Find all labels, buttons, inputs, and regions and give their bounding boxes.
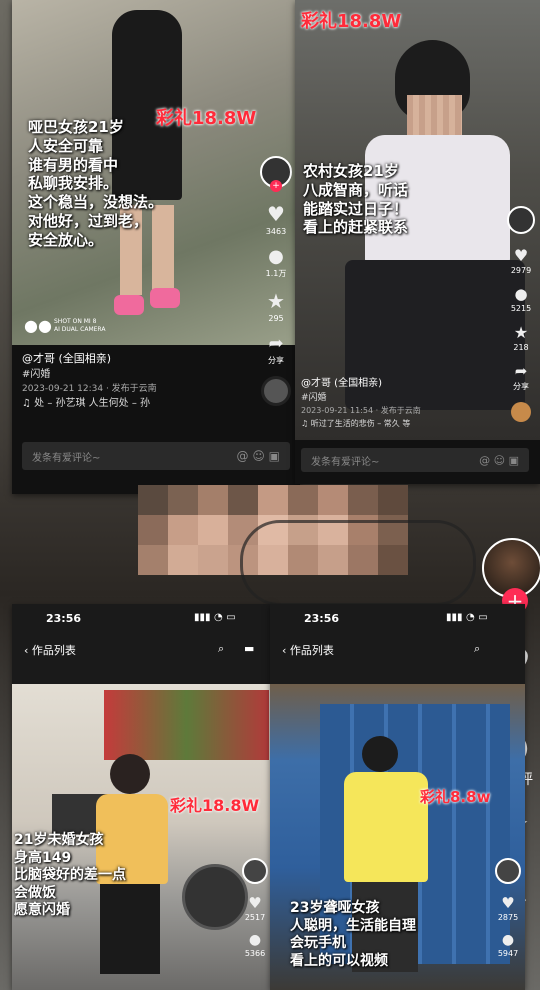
nav-back[interactable]: ‹ 作品列表 [282,642,334,658]
video-card-2[interactable]: 彩礼18.8W 农村女孩21岁 八成智商，听话 能踏实过日子！ 看上的赶紧联系 … [295,0,540,484]
action-rail: ♥ 2875 ● 5947 [494,858,522,968]
music-disc-icon[interactable] [261,376,291,406]
price-tag: 彩礼8.8w [420,788,491,806]
action-rail: ♥ 2979 ● 5215 ★ 218 ➦ 分享 [505,206,537,422]
comment-icon[interactable]: ● [514,285,527,303]
video-meta: @才哥 (全国相亲) #闪婚 2023-09-21 11:54 · 发布于云南 … [301,376,501,430]
price-tag: 彩礼18.8W [170,796,260,815]
star-icon[interactable]: ★ [267,289,285,313]
overlay-caption: 农村女孩21岁 八成智商，听话 能踏实过日子！ 看上的赶紧联系 [303,162,409,237]
chevron-left-icon: ‹ [24,644,29,657]
music-disc-icon[interactable] [511,402,531,422]
hashtag[interactable]: #闪婚 [22,367,252,383]
share-icon[interactable]: ➦ [268,333,283,354]
search-icon[interactable]: ⌕ [218,642,224,656]
price-tag: 彩礼18.8W [156,108,257,129]
hashtag[interactable]: #闪婚 [301,392,501,406]
heart-icon[interactable]: ♥ [514,246,528,265]
author-name[interactable]: @才哥 (全国相亲) [22,350,252,367]
heart-icon[interactable]: ♥ [248,894,261,912]
price-tag-top: 彩礼18.8W [301,11,402,32]
nav-back[interactable]: ‹ 作品列表 [24,642,76,658]
status-icons: ▮▮▮ ◔ ▭ [194,612,236,623]
glasses-shape [240,520,476,606]
video-meta: @才哥 (全国相亲) #闪婚 2023-09-21 12:34 · 发布于云南 … [22,350,252,412]
video-card-1[interactable]: 彩礼18.8W 哑巴女孩21岁 人安全可靠 谁有男的看中 私聊我安排。 这个稳当… [12,0,300,494]
overlay-caption: 哑巴女孩21岁 人安全可靠 谁有男的看中 私聊我安排。 这个稳当，没想法。 对他… [28,118,164,249]
camera-watermark: ●● SHOT ON MI 8 AI DUAL CAMERA [24,316,106,335]
status-icons: ▮▮▮ ◔ ▭ [446,612,488,623]
search-icon[interactable]: ⌕ [474,642,480,656]
avatar[interactable] [242,858,268,884]
more-icon[interactable]: ▬ [244,642,254,655]
heart-icon[interactable]: ♥ [267,202,285,226]
at-icon[interactable]: @ ☺ ▣ [479,454,519,467]
action-rail: ♥ 2517 ● 5366 [240,858,270,968]
status-time: 23:56 [304,612,340,625]
overlay-caption: 21岁未婚女孩 身高149 比脑袋好的差一点 会做饭 愿意闪婚 [14,832,126,918]
avatar[interactable] [495,858,521,884]
comment-input[interactable]: 发条有爱评论~ @ ☺ ▣ [22,442,290,470]
comment-icon[interactable]: ● [249,932,261,948]
comment-input[interactable]: 发条有爱评论~ @ ☺ ▣ [301,448,529,472]
post-date: 2023-09-21 12:34 · 发布于云南 [22,383,157,394]
camera-dots-icon: ●● [24,316,52,335]
author-name[interactable]: @才哥 (全国相亲) [301,376,501,392]
at-icon[interactable]: @ ☺ ▣ [237,449,280,463]
video-card-4[interactable]: 23:56 ▮▮▮ ◔ ▭ ‹ 作品列表 ⌕ 彩礼8.8w 23岁聋哑女孩 人聪… [270,604,525,990]
comment-icon[interactable]: ● [268,246,284,267]
follow-plus-icon[interactable]: + [270,180,282,192]
action-rail: + ♥ 3463 ● 1.1万 ★ 295 ➦ 分享 [258,156,294,406]
chevron-left-icon: ‹ [282,644,287,657]
status-time: 23:56 [46,612,82,625]
music-info[interactable]: ♫ 处 – 孙艺琪 人生何处 – 孙 [22,396,252,412]
avatar[interactable]: + [260,156,292,192]
overlay-caption: 23岁聋哑女孩 人聪明，生活能自理 会玩手机 看上的可以视频 [290,900,416,969]
star-icon[interactable]: ★ [514,323,528,342]
share-icon[interactable]: ➦ [515,362,528,380]
post-date: 2023-09-21 11:54 · 发布于云南 [301,406,421,416]
heart-icon[interactable]: ♥ [501,894,514,912]
comment-icon[interactable]: ● [502,932,514,948]
music-info[interactable]: ♫ 听过了生活的悲伤 – 常久 等 [301,418,501,430]
video-card-3[interactable]: 23:56 ▮▮▮ ◔ ▭ ‹ 作品列表 ⌕ ▬ 彩礼18.8W 21岁未婚女孩… [12,604,274,990]
avatar[interactable] [507,206,535,234]
